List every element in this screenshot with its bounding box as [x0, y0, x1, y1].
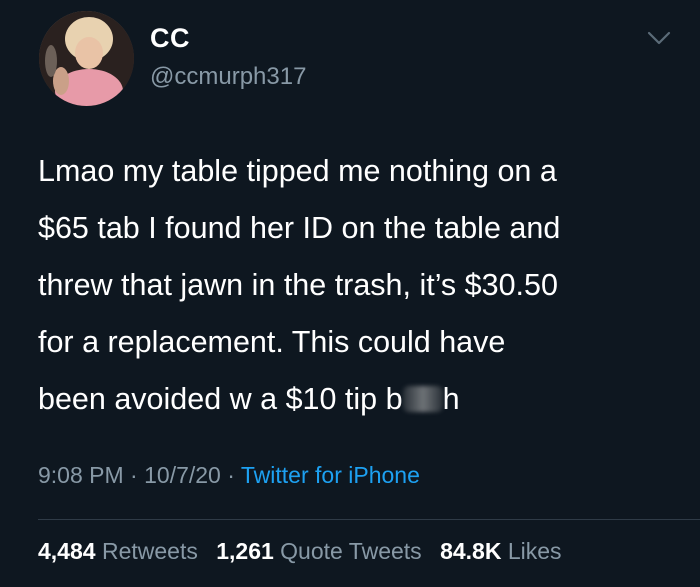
tweet-card: CC @ccmurph317 Lmao my table tipped me n…	[0, 0, 700, 587]
quote-tweets-count: 1,261	[216, 538, 274, 564]
avatar-photo	[39, 11, 134, 106]
tweet-time[interactable]: 9:08 PM	[38, 462, 124, 488]
chevron-down-icon[interactable]	[645, 28, 673, 48]
quote-tweets-label: Quote Tweets	[280, 538, 422, 564]
tweet-date[interactable]: 10/7/20	[144, 462, 221, 488]
tweet-source-link[interactable]: Twitter for iPhone	[241, 462, 420, 488]
tweet-text-segment: h	[442, 382, 460, 416]
divider	[38, 519, 700, 520]
likes-stat[interactable]: 84.8K Likes	[440, 538, 561, 564]
censor-blur	[402, 386, 443, 412]
retweets-count: 4,484	[38, 538, 96, 564]
username-handle[interactable]: @ccmurph317	[150, 60, 306, 94]
quote-tweets-stat[interactable]: 1,261 Quote Tweets	[216, 538, 421, 564]
likes-count: 84.8K	[440, 538, 502, 564]
likes-label: Likes	[507, 538, 562, 564]
tweet-text-line: for a replacement. This could have	[38, 325, 506, 359]
separator-dot: ·	[227, 462, 235, 488]
author-block: CC @ccmurph317	[150, 22, 306, 94]
tweet-text-line: Lmao my table tipped me nothing on a	[38, 154, 557, 188]
tweet-text-segment: been avoided w a $10 tip b	[38, 382, 403, 416]
tweet-text-line: been avoided w a $10 tip b h	[38, 371, 688, 428]
tweet-text: Lmao my table tipped me nothing on a $65…	[38, 143, 688, 428]
avatar[interactable]	[39, 11, 134, 106]
display-name[interactable]: CC	[150, 22, 306, 54]
tweet-text-line: threw that jawn in the trash, it’s $30.5…	[38, 268, 558, 302]
tweet-metadata: 9:08 PM · 10/7/20 · Twitter for iPhone	[38, 462, 420, 489]
separator-dot: ·	[130, 462, 138, 488]
engagement-stats: 4,484 Retweets 1,261 Quote Tweets 84.8K …	[38, 538, 574, 565]
retweets-label: Retweets	[101, 538, 198, 564]
retweets-stat[interactable]: 4,484 Retweets	[38, 538, 198, 564]
tweet-text-line: $65 tab I found her ID on the table and	[38, 211, 561, 245]
